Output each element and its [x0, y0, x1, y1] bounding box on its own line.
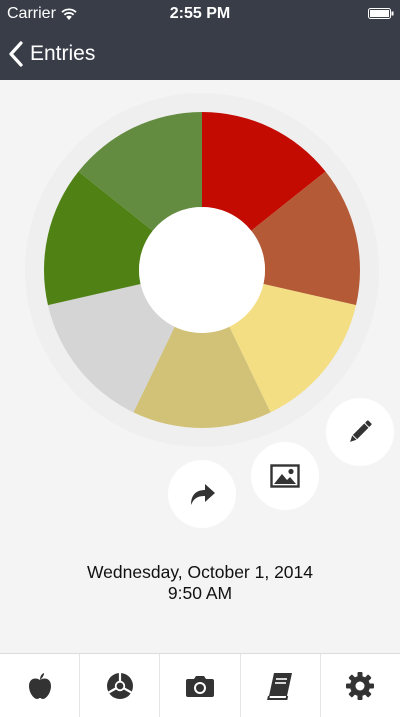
tab-mood-wheel[interactable]: [79, 654, 159, 717]
wheel-center[interactable]: [139, 207, 265, 333]
back-label: Entries: [30, 42, 96, 65]
entry-time: 9:50 AM: [167, 583, 233, 603]
apple-icon: [28, 672, 51, 699]
status-time: 2:55 PM: [169, 5, 231, 22]
tab-journal[interactable]: [239, 654, 320, 717]
share-arrow-icon: [191, 484, 215, 505]
tab-camera[interactable]: [159, 654, 239, 717]
camera-icon: [186, 675, 214, 697]
pencil-icon: [350, 420, 372, 442]
entry-date: Wednesday, October 1, 2014: [86, 562, 314, 582]
tab-settings[interactable]: [319, 654, 400, 717]
navigation-header: Carrier 2:55 PM Entries: [0, 0, 400, 80]
edit-button[interactable]: [326, 398, 394, 466]
share-button[interactable]: [168, 460, 236, 528]
tab-bar: [0, 653, 400, 717]
image-icon: [270, 464, 300, 488]
tab-food[interactable]: [0, 654, 79, 717]
book-icon: [267, 672, 293, 700]
gear-icon: [346, 671, 375, 700]
aperture-icon: [106, 672, 133, 699]
photo-button[interactable]: [251, 442, 319, 510]
status-bar: Carrier 2:55 PM: [0, 0, 400, 28]
battery-icon: [368, 8, 394, 19]
entry-datetime: Wednesday, October 1, 2014 9:50 AM: [0, 562, 400, 604]
back-button[interactable]: Entries: [8, 38, 95, 70]
chevron-left-icon: [9, 41, 23, 67]
